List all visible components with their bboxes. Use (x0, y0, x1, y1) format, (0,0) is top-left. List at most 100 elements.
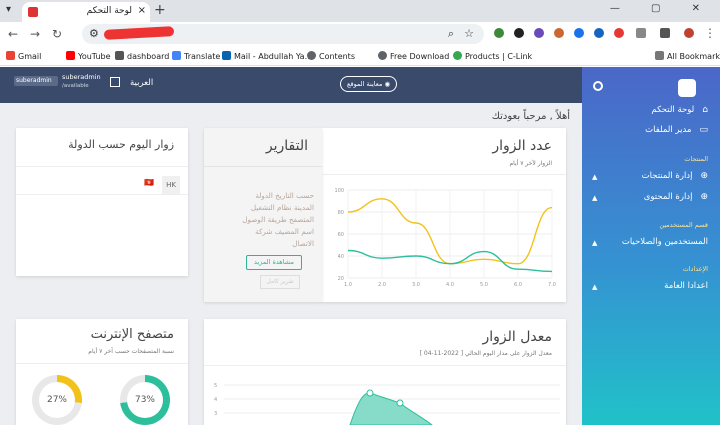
report-link[interactable]: حسب التاريخ (275, 191, 314, 200)
x-tick-label: 6.0 (514, 282, 522, 288)
donut-value: 73% (127, 382, 163, 418)
sidebar-item-dashboard[interactable]: لوحة التحكم ⌂ (651, 105, 708, 115)
bookmark-gmail[interactable]: Gmail (6, 51, 41, 61)
y-tick-label: 40 (338, 254, 344, 260)
visitors-title: عدد الزوار (492, 138, 552, 154)
chevron-up-icon[interactable]: ▲ (592, 173, 597, 181)
chevron-up-icon[interactable]: ▲ (592, 194, 597, 202)
full-report-button[interactable]: تقرير كامل (260, 275, 300, 289)
country-card: زوار اليوم حسب الدولة HK 🇭🇰 (16, 128, 188, 276)
data-point (366, 389, 374, 397)
bookmark-star-icon[interactable]: ☆ (464, 27, 474, 40)
visitors-rate-chart: 5 4 3 (214, 383, 560, 425)
divider (204, 166, 322, 167)
x-tick-label: 1.0 (344, 282, 352, 288)
divider (204, 365, 566, 366)
tab-close-icon[interactable]: × (138, 5, 146, 16)
bookmark-contents[interactable]: Contents (307, 51, 355, 61)
globe-icon (307, 51, 316, 60)
gmail-icon (6, 51, 15, 60)
visitors-subtitle: الزوار لآخر ٧ أيام (509, 160, 552, 167)
y-tick-label: 5 (214, 383, 217, 389)
x-tick-label: 3.0 (412, 282, 420, 288)
bookmark-translate[interactable]: Translate (172, 51, 220, 61)
reports-title: التقارير (265, 138, 308, 154)
extension-icon[interactable] (574, 28, 584, 38)
favicon-icon (28, 7, 38, 17)
globe-icon: ⊕ (700, 192, 708, 202)
sidebar-toggle-icon[interactable] (593, 81, 603, 91)
site-logo[interactable]: suberadmin (14, 76, 58, 86)
data-point (396, 399, 404, 407)
visitors-card: عدد الزوار الزوار لآخر ٧ أيام 20 40 60 80 10… (322, 128, 566, 302)
report-link[interactable]: المتصفح (289, 215, 314, 224)
profile-avatar[interactable] (684, 28, 694, 38)
chevron-up-icon[interactable]: ▲ (592, 239, 597, 247)
rate-title: معدل الزوار (482, 329, 552, 345)
y-tick-label: 80 (338, 210, 344, 216)
extension-icon[interactable] (534, 28, 544, 38)
sidebar-item-users[interactable]: المستخدمين والصلاحيات (622, 237, 708, 247)
back-button[interactable]: ← (8, 27, 18, 41)
bookmark-free-download[interactable]: Free Download (378, 51, 449, 61)
reports-links: حسب التاريخ الدولة المدينة نظام التشغيل … (234, 190, 314, 250)
x-tick-label: 4.0 (446, 282, 454, 288)
top-navbar: suberadmin suberadmin /available العربية… (0, 67, 582, 103)
welcome-text: أهلاً , مرحباً بعودتك (491, 111, 570, 122)
browser-menu-icon[interactable]: ⋮ (704, 26, 716, 40)
sidebar-item-products[interactable]: إدارة المنتجات ⊕ (642, 171, 708, 181)
bookmark-dashboard[interactable]: dashboard (115, 51, 169, 61)
youtube-icon (66, 51, 75, 60)
flag-icon: 🇭🇰 (144, 178, 154, 187)
all-bookmarks[interactable]: All Bookmarks (655, 51, 720, 61)
globe-icon (378, 51, 387, 60)
outlook-icon (222, 51, 231, 60)
bookmark-youtube[interactable]: YouTube (66, 51, 111, 61)
globe-icon: ⊕ (700, 171, 708, 181)
y-tick-label: 4 (214, 397, 217, 403)
extension-icon[interactable] (494, 28, 504, 38)
fullscreen-icon[interactable] (110, 77, 120, 87)
sidebar-item-settings[interactable]: اعدادا العامة (664, 281, 708, 291)
new-tab-button[interactable]: + (154, 2, 166, 18)
browsers-title: متصفح الإنترنت (90, 327, 174, 342)
report-link[interactable]: طريقة الوصول (242, 215, 286, 224)
chevron-up-icon[interactable]: ▲ (592, 283, 597, 291)
tab-search-icon[interactable]: ▾ (6, 4, 11, 15)
x-tick-label: 7.0 (548, 282, 556, 288)
browser-donut: 27% (32, 375, 82, 425)
user-name[interactable]: suberadmin (62, 73, 101, 81)
extensions-puzzle-icon[interactable] (636, 28, 646, 38)
reload-button[interactable]: ↻ (52, 27, 62, 41)
preview-site-button[interactable]: معاينة الموقع ◉ (340, 76, 398, 92)
zoom-search-icon[interactable]: ⌕ (448, 27, 454, 41)
address-bar[interactable]: ⚙ ⌕ ☆ (82, 24, 484, 44)
report-link[interactable]: الدولة (255, 191, 272, 200)
visitors-line-chart: 204060801001.0 2.0 3.0 4.0 5.0 6.0 7.0 (334, 188, 556, 288)
view-more-button[interactable]: مشاهدة المزيد (246, 255, 302, 270)
sidebar: لوحة التحكم ⌂ مدير الملفات ▭ المنتجات ▲ إد… (582, 67, 720, 425)
bookmark-mail[interactable]: Mail - Abdullah Ya... (222, 51, 312, 61)
tab-title: لوحة التحكم (86, 6, 132, 16)
window-controls[interactable]: — ▢ ✕ (610, 3, 714, 14)
browser-tab[interactable]: لوحة التحكم × (22, 2, 150, 22)
extension-icon[interactable] (554, 28, 564, 38)
divider (16, 166, 188, 167)
bookmark-clink[interactable]: Products | C-Link (453, 51, 532, 61)
report-link[interactable]: المدينة (294, 203, 314, 212)
report-link[interactable]: اسم المضيف (275, 227, 314, 236)
sidebar-item-file-manager[interactable]: مدير الملفات ▭ (645, 125, 708, 135)
report-link[interactable]: نظام التشغيل (251, 203, 292, 212)
admin-app: suberadmin suberadmin /available العربية… (0, 67, 720, 425)
sidebar-item-content[interactable]: إدارة المحتوى ⊕ (644, 192, 708, 202)
bookmarks-bar: Gmail YouTube dashboard Translate Mail -… (0, 46, 720, 66)
forward-button[interactable]: → (30, 27, 40, 41)
extension-icon[interactable] (594, 28, 604, 38)
country-code: HK (162, 176, 180, 194)
language-switch[interactable]: العربية (130, 78, 153, 88)
extension-icon[interactable] (514, 28, 524, 38)
site-info-icon[interactable]: ⚙ (89, 27, 99, 40)
clink-icon (453, 51, 462, 60)
extension-icon[interactable] (614, 28, 624, 38)
sidepanel-icon[interactable] (660, 28, 670, 38)
